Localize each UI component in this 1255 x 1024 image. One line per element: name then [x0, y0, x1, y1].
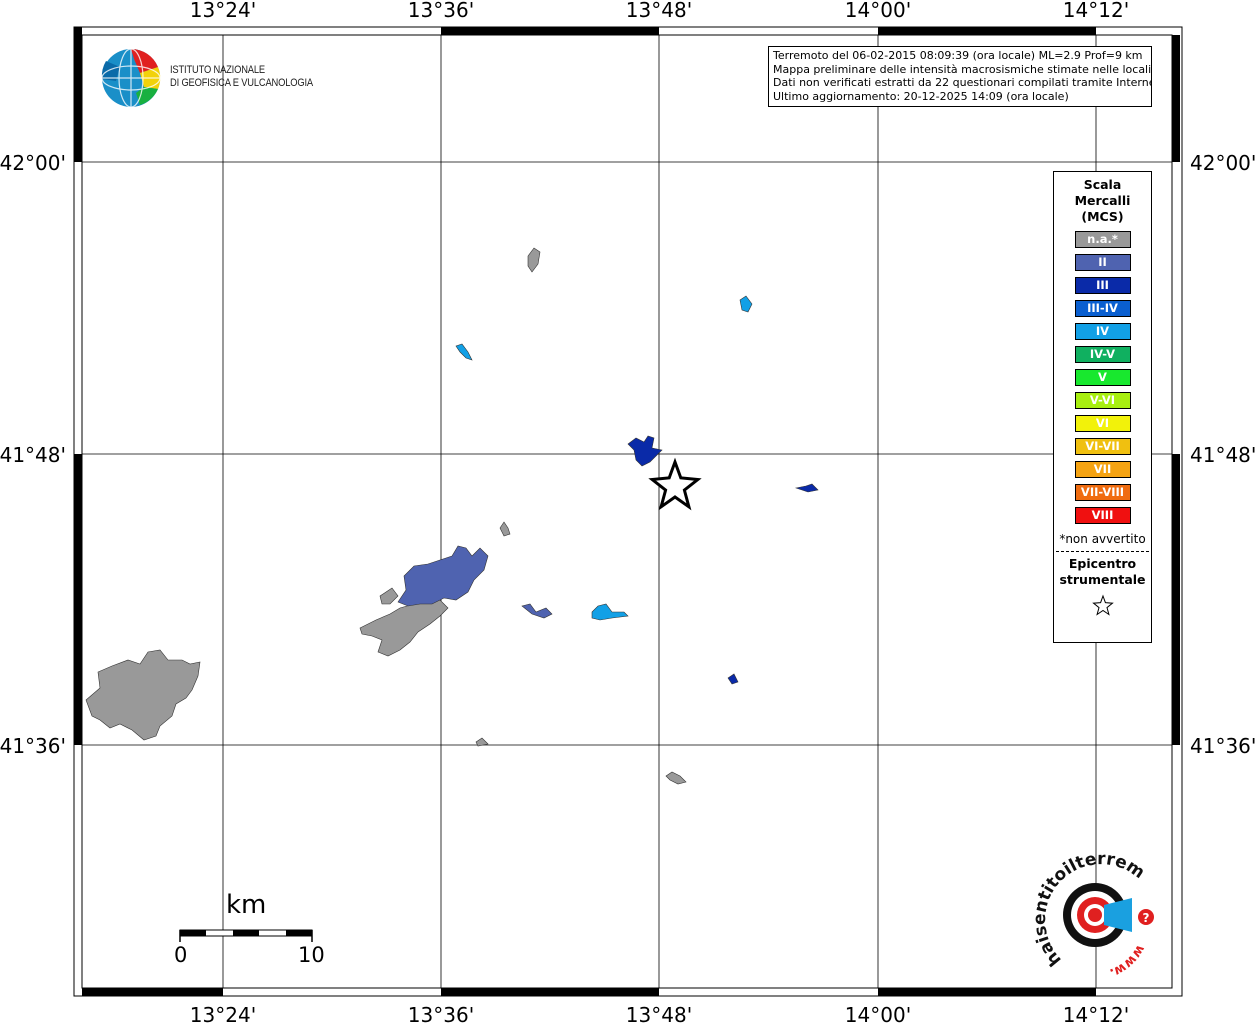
tick-label: 41°48': [0, 443, 66, 467]
legend-swatch: V: [1074, 369, 1131, 386]
legend-swatch: III: [1074, 277, 1131, 294]
tick-label: 13°36': [408, 1003, 474, 1024]
tick-label: 13°36': [408, 0, 474, 22]
tick-label: 13°48': [626, 0, 692, 22]
globe-icon: [101, 48, 161, 108]
legend-swatch: VII: [1074, 461, 1131, 478]
institute-line1: ISTITUTO NAZIONALE: [170, 64, 265, 76]
tick-label: 42°00': [0, 151, 66, 175]
legend-swatch: II: [1074, 254, 1131, 271]
legend-title: Scala Mercalli (MCS): [1054, 177, 1151, 225]
epicenter-label-line: Epicentro: [1068, 556, 1137, 571]
tick-label: 41°48': [1190, 443, 1255, 467]
tick-label: 13°48': [626, 1003, 692, 1024]
tick-label: 13°24': [190, 1003, 256, 1024]
info-line: Terremoto del 06-02-2015 08:09:39 (ora l…: [773, 49, 1143, 62]
tick-label: 14°00': [845, 1003, 911, 1024]
institute-name: ISTITUTO NAZIONALE DI GEOFISICA E VULCAN…: [170, 64, 313, 90]
scale-unit-label: km: [226, 890, 267, 920]
legend-swatch: n.a.*: [1074, 231, 1131, 248]
legend-note: *non avvertito: [1059, 532, 1146, 546]
frame-right-bars: [1172, 35, 1180, 745]
tick-label: 42°00': [1190, 151, 1255, 175]
frame-top-bars: [74, 27, 1096, 35]
intensity-legend: Scala Mercalli (MCS) n.a.* II III III-IV IV I…: [1053, 171, 1152, 643]
legend-items: n.a.* II III III-IV IV IV-V V V-VI VI VI-VII VII VI…: [1054, 231, 1151, 524]
tick-label: 14°12': [1063, 0, 1129, 22]
legend-swatch: VI: [1074, 415, 1131, 432]
legend-swatch: III-IV: [1074, 300, 1131, 317]
info-line: Ultimo aggiornamento: 20-12-2025 14:09 (…: [773, 89, 1069, 103]
tick-label: 14°00': [845, 0, 911, 22]
legend-divider: [1056, 551, 1149, 552]
info-line: Dati non verificati estratti da 22 quest…: [773, 76, 1152, 89]
map-area: [81, 34, 1173, 989]
tick-label: 13°24': [190, 0, 256, 22]
frame-bottom-bars: [82, 988, 1096, 996]
legend-title-line: Scala: [1083, 177, 1122, 192]
top-tick-labels: 13°24' 13°36' 13°48' 14°00' 14°12': [190, 0, 1129, 22]
legend-swatch: VIII: [1074, 507, 1131, 524]
bottom-tick-labels: 13°24' 13°36' 13°48' 14°00' 14°12': [190, 1003, 1129, 1024]
legend-swatch: IV-V: [1074, 346, 1131, 363]
tick-label: 41°36': [1190, 734, 1255, 758]
legend-swatch: V-VI: [1074, 392, 1131, 409]
tick-label: 14°12': [1063, 1003, 1129, 1024]
question-icon: ?: [1143, 911, 1150, 925]
institute-line2: DI GEOFISICA E VULCANOLOGIA: [170, 77, 313, 89]
epicenter-star-icon: [1091, 594, 1114, 616]
legend-swatch: VII-VIII: [1074, 484, 1131, 501]
scale-end-label: 10: [298, 943, 325, 967]
right-tick-labels: 42°00' 41°48' 41°36': [1190, 151, 1255, 758]
frame-left-bars: [74, 35, 82, 745]
epicenter-label-line: strumentale: [1059, 572, 1146, 587]
info-line: Mappa preliminare delle intensità macros…: [773, 62, 1152, 76]
legend-epicenter-label: Epicentro strumentale: [1054, 556, 1151, 588]
legend-swatch: IV: [1074, 323, 1131, 340]
event-info-box: Terremoto del 06-02-2015 08:09:39 (ora l…: [768, 46, 1152, 107]
legend-title-line: Mercalli: [1074, 193, 1131, 208]
left-tick-labels: 42°00' 41°48' 41°36': [0, 151, 66, 758]
scale-start-label: 0: [174, 943, 188, 967]
tick-label: 41°36': [0, 734, 66, 758]
legend-title-line: (MCS): [1081, 209, 1124, 224]
legend-swatch: VI-VII: [1074, 438, 1131, 455]
